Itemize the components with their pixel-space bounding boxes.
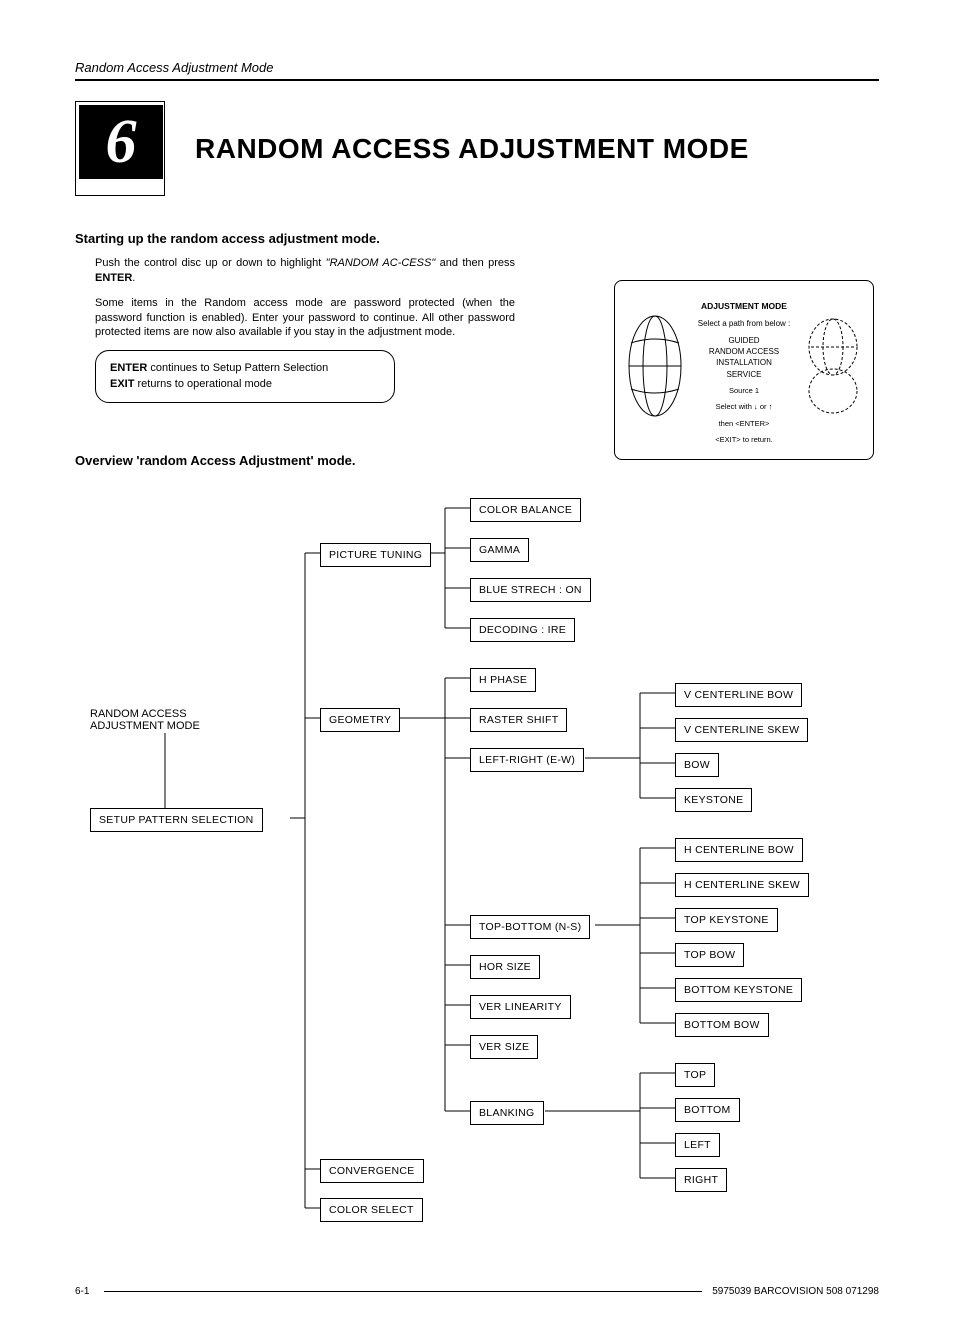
tree-node: RASTER SHIFT bbox=[470, 708, 567, 732]
osd-line: Select a path from below : bbox=[697, 318, 791, 329]
osd-title: ADJUSTMENT MODE bbox=[697, 301, 791, 313]
page-number: 6-1 bbox=[75, 1286, 89, 1297]
tree-node-geometry: GEOMETRY bbox=[320, 708, 400, 732]
tree-node: H CENTERLINE SKEW bbox=[675, 873, 809, 897]
tree-node: V CENTERLINE SKEW bbox=[675, 718, 808, 742]
section-title-starting: Starting up the random access adjustment… bbox=[75, 231, 879, 246]
osd-menu: ADJUSTMENT MODE Select a path from below… bbox=[697, 301, 791, 446]
tree-root: RANDOM ACCESS ADJUSTMENT MODE bbox=[90, 708, 200, 732]
tree-node: GAMMA bbox=[470, 538, 529, 562]
text-bold: EXIT bbox=[110, 378, 134, 390]
tree-diagram: RANDOM ACCESS ADJUSTMENT MODE SETUP PATT… bbox=[75, 493, 879, 1243]
tree-node: TOP KEYSTONE bbox=[675, 908, 778, 932]
tree-root-l1: RANDOM ACCESS bbox=[90, 708, 200, 720]
osd-source: Source 1 bbox=[697, 386, 791, 397]
tree-node: VER SIZE bbox=[470, 1035, 538, 1059]
chapter-number: 6 bbox=[79, 105, 163, 179]
tree-node: LEFT-RIGHT (E-W) bbox=[470, 748, 584, 772]
tree-node: BOTTOM bbox=[675, 1098, 740, 1122]
tree-node: BLANKING bbox=[470, 1101, 544, 1125]
tree-node: VER LINEARITY bbox=[470, 995, 571, 1019]
tree-node: H CENTERLINE BOW bbox=[675, 838, 803, 862]
osd-hint: then <ENTER> bbox=[697, 419, 791, 430]
osd-option: SERVICE bbox=[697, 369, 791, 380]
text: continues to Setup Pattern Selection bbox=[147, 362, 328, 374]
text-bold: ENTER bbox=[110, 362, 147, 374]
osd-hint: <EXIT> to return. bbox=[697, 435, 791, 446]
tree-node: H PHASE bbox=[470, 668, 536, 692]
tree-node: BLUE STRECH : ON bbox=[470, 578, 591, 602]
tree-node-convergence: CONVERGENCE bbox=[320, 1159, 424, 1183]
osd-option: RANDOM ACCESS bbox=[697, 346, 791, 357]
tree-node: COLOR BALANCE bbox=[470, 498, 581, 522]
chapter-header: 6 RANDOM ACCESS ADJUSTMENT MODE bbox=[75, 101, 879, 196]
tree-node: KEYSTONE bbox=[675, 788, 752, 812]
tree-connectors bbox=[75, 493, 875, 1243]
tree-node-setup: SETUP PATTERN SELECTION bbox=[90, 808, 263, 832]
tree-node: LEFT bbox=[675, 1133, 720, 1157]
doc-id: 5975039 BARCOVISION 508 071298 bbox=[712, 1286, 879, 1297]
globe-right-icon bbox=[803, 311, 863, 424]
running-header: Random Access Adjustment Mode bbox=[75, 60, 879, 81]
paragraph-2: Some items in the Random access mode are… bbox=[95, 296, 515, 341]
tree-node-colorselect: COLOR SELECT bbox=[320, 1198, 423, 1222]
text-bold: ENTER bbox=[95, 272, 132, 284]
note-line-2: EXIT returns to operational mode bbox=[110, 377, 380, 392]
body-text: Push the control disc up or down to high… bbox=[95, 256, 515, 340]
tree-node: RIGHT bbox=[675, 1168, 727, 1192]
globe-left-icon bbox=[625, 311, 685, 424]
tree-node: TOP-BOTTOM (N-S) bbox=[470, 915, 590, 939]
tree-node: TOP BOW bbox=[675, 943, 744, 967]
osd-panel: ADJUSTMENT MODE Select a path from below… bbox=[614, 280, 874, 460]
tree-node: TOP bbox=[675, 1063, 715, 1087]
tree-node: HOR SIZE bbox=[470, 955, 540, 979]
chapter-title: RANDOM ACCESS ADJUSTMENT MODE bbox=[195, 133, 749, 165]
text: Push the control disc up or down to high… bbox=[95, 257, 326, 269]
chapter-number-box: 6 bbox=[75, 101, 165, 196]
paragraph-1: Push the control disc up or down to high… bbox=[95, 256, 515, 286]
tree-node: V CENTERLINE BOW bbox=[675, 683, 802, 707]
text: and then press bbox=[435, 257, 515, 269]
text-italic: "RANDOM AC-CESS" bbox=[326, 257, 436, 269]
osd-hint: Select with ↓ or ↑ bbox=[697, 402, 791, 413]
page-footer: 6-1 5975039 BARCOVISION 508 071298 bbox=[75, 1286, 879, 1297]
note-box: ENTER continues to Setup Pattern Selecti… bbox=[95, 350, 395, 403]
osd-option: GUIDED bbox=[697, 335, 791, 346]
tree-node: BOTTOM KEYSTONE bbox=[675, 978, 802, 1002]
text: returns to operational mode bbox=[134, 378, 272, 390]
tree-root-l2: ADJUSTMENT MODE bbox=[90, 720, 200, 732]
tree-node: DECODING : IRE bbox=[470, 618, 575, 642]
footer-rule bbox=[104, 1291, 702, 1292]
tree-node-picture-tuning: PICTURE TUNING bbox=[320, 543, 431, 567]
note-line-1: ENTER continues to Setup Pattern Selecti… bbox=[110, 361, 380, 376]
tree-node: BOTTOM BOW bbox=[675, 1013, 769, 1037]
text: . bbox=[132, 272, 135, 284]
osd-option: INSTALLATION bbox=[697, 357, 791, 368]
tree-node: BOW bbox=[675, 753, 719, 777]
